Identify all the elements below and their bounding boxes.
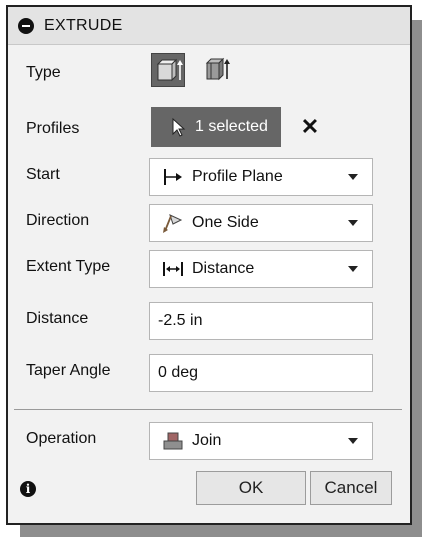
info-icon[interactable]: i: [20, 481, 36, 497]
dialog-title: EXTRUDE: [44, 16, 123, 34]
profile-plane-icon: [164, 169, 182, 185]
solid-extrude-icon: [156, 58, 183, 82]
collapse-icon[interactable]: [18, 17, 34, 34]
taper-angle-input[interactable]: 0 deg: [149, 354, 373, 392]
dialog-shadow: [20, 525, 422, 537]
direction-row: Direction One Side: [8, 199, 410, 243]
thin-extrude-button[interactable]: [203, 53, 233, 87]
taper-angle-label: Taper Angle: [26, 362, 111, 379]
distance-row: Distance -2.5 in: [8, 297, 410, 341]
extent-type-row: Extent Type Distance: [8, 245, 410, 289]
divider: [14, 409, 402, 410]
direction-value: One Side: [192, 214, 259, 231]
profiles-row: Profiles 1 selected ✕: [8, 107, 410, 151]
clear-selection-icon[interactable]: ✕: [298, 115, 322, 139]
ok-button[interactable]: OK: [196, 471, 306, 505]
join-icon: [163, 432, 183, 450]
operation-value: Join: [192, 432, 222, 449]
taper-angle-row: Taper Angle 0 deg: [8, 349, 410, 393]
start-label: Start: [26, 166, 60, 183]
cancel-button[interactable]: Cancel: [310, 471, 392, 505]
chevron-down-icon: [348, 220, 358, 226]
start-value: Profile Plane: [192, 168, 283, 185]
start-dropdown[interactable]: Profile Plane: [149, 158, 373, 196]
operation-dropdown[interactable]: Join: [149, 422, 373, 460]
extrude-dialog: EXTRUDE Type Profiles 1 selected ✕ Start…: [6, 5, 412, 525]
dialog-shadow: [412, 20, 422, 535]
direction-label: Direction: [26, 212, 90, 229]
direction-dropdown[interactable]: One Side: [149, 204, 373, 242]
chevron-down-icon: [348, 266, 358, 272]
extent-type-value: Distance: [192, 260, 255, 277]
one-side-icon: [163, 214, 183, 233]
operation-label: Operation: [26, 430, 97, 447]
type-label: Type: [26, 64, 61, 81]
chevron-down-icon: [348, 438, 358, 444]
dialog-header[interactable]: EXTRUDE: [8, 7, 410, 45]
chevron-down-icon: [348, 174, 358, 180]
distance-input[interactable]: -2.5 in: [149, 302, 373, 340]
thin-extrude-icon: [205, 57, 230, 81]
dialog-footer: i OK Cancel: [8, 467, 410, 511]
profiles-label: Profiles: [26, 120, 80, 137]
start-row: Start Profile Plane: [8, 153, 410, 197]
profiles-select-button[interactable]: 1 selected: [151, 107, 281, 147]
extent-type-dropdown[interactable]: Distance: [149, 250, 373, 288]
type-row: Type: [8, 51, 410, 95]
distance-icon: [163, 262, 183, 276]
solid-extrude-button[interactable]: [151, 53, 185, 87]
operation-row: Operation Join: [8, 417, 410, 461]
distance-label: Distance: [26, 310, 89, 327]
extent-type-label: Extent Type: [26, 258, 111, 275]
cursor-arrow-icon: [172, 117, 186, 137]
profiles-selection-count: 1 selected: [195, 118, 268, 135]
